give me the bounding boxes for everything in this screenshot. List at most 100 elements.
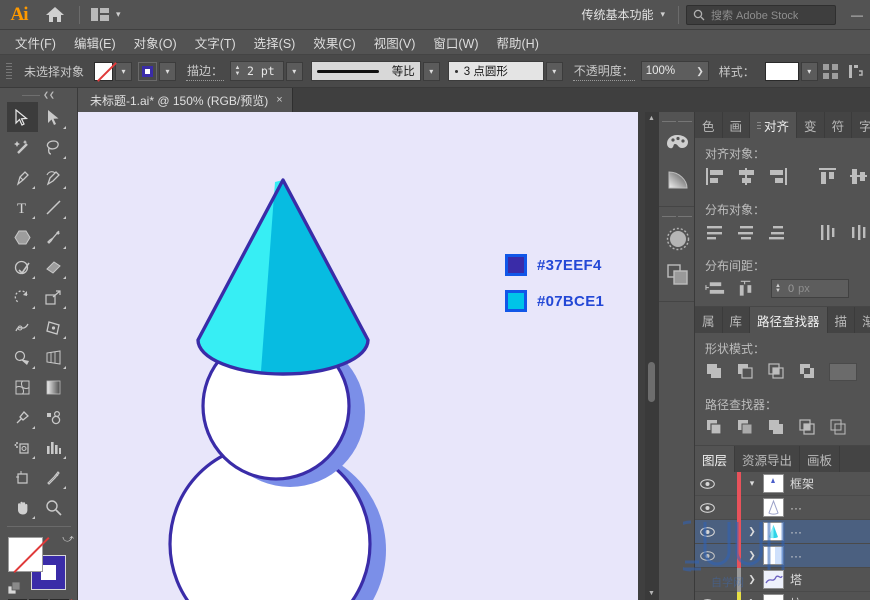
visibility-icon[interactable] bbox=[695, 551, 719, 561]
align-left-icon[interactable] bbox=[705, 167, 726, 186]
perspective-grid-tool[interactable] bbox=[38, 342, 69, 372]
exclude-icon[interactable] bbox=[798, 362, 819, 381]
intersect-icon[interactable] bbox=[767, 362, 788, 381]
tab-color[interactable]: 色 bbox=[695, 112, 723, 138]
scroll-up-icon[interactable]: ▲ bbox=[645, 112, 658, 125]
dock-group-grip[interactable] bbox=[659, 211, 694, 221]
merge-icon[interactable] bbox=[767, 418, 788, 437]
pen-tool[interactable] bbox=[7, 162, 38, 192]
fill-dropdown-icon[interactable]: ▾ bbox=[115, 62, 132, 81]
visibility-icon[interactable] bbox=[695, 527, 719, 537]
align-right-icon[interactable] bbox=[767, 167, 788, 186]
type-tool[interactable]: T bbox=[7, 192, 38, 222]
tab-transform[interactable]: 变 bbox=[797, 112, 825, 138]
distribute-left-icon[interactable] bbox=[818, 223, 839, 242]
distribute-vertical-center-icon[interactable] bbox=[736, 223, 757, 242]
gradient-tool[interactable] bbox=[38, 372, 69, 402]
menu-item-window[interactable]: 窗口(W) bbox=[424, 30, 487, 55]
tab-character[interactable]: 字 bbox=[852, 112, 870, 138]
minimize-button[interactable]: — bbox=[844, 0, 870, 30]
trim-icon[interactable] bbox=[736, 418, 757, 437]
chevron-down-icon[interactable]: ▾ bbox=[741, 478, 763, 489]
transform-icon[interactable] bbox=[848, 63, 864, 79]
tab-align[interactable]: 对齐 bbox=[750, 112, 797, 138]
align-horizontal-center-icon[interactable] bbox=[736, 167, 757, 186]
shaper-tool[interactable] bbox=[7, 252, 38, 282]
layer-name[interactable]: ··· bbox=[790, 501, 802, 515]
vertical-distribute-space-icon[interactable] bbox=[705, 279, 726, 298]
slice-tool[interactable] bbox=[38, 462, 69, 492]
curvature-tool[interactable] bbox=[38, 162, 69, 192]
lasso-tool[interactable] bbox=[38, 132, 69, 162]
style-dropdown-icon[interactable]: ▾ bbox=[801, 62, 818, 81]
brush-definition-select[interactable]: 等比 bbox=[311, 61, 421, 81]
tab-stroke[interactable]: 描 bbox=[828, 307, 856, 333]
graphic-style-swatch[interactable] bbox=[765, 62, 799, 81]
distribute-bottom-icon[interactable] bbox=[767, 223, 788, 242]
menu-item-file[interactable]: 文件(F) bbox=[6, 30, 65, 55]
close-icon[interactable]: × bbox=[276, 94, 282, 106]
paintbrush-tool[interactable] bbox=[38, 222, 69, 252]
table-row[interactable]: ❯ ··· bbox=[695, 544, 870, 568]
minus-front-icon[interactable] bbox=[736, 362, 757, 381]
width-tool[interactable] bbox=[7, 312, 38, 342]
column-graph-tool[interactable] bbox=[38, 432, 69, 462]
arrange-documents-icon[interactable] bbox=[87, 0, 113, 30]
variable-width-profile-select[interactable]: 3 点圆形 bbox=[448, 61, 544, 81]
opacity-label[interactable]: 不透明度： bbox=[573, 62, 635, 81]
eyedropper-tool[interactable] bbox=[7, 402, 38, 432]
direct-selection-tool[interactable] bbox=[38, 102, 69, 132]
tab-brushes[interactable]: 画 bbox=[723, 112, 751, 138]
scrollbar-thumb[interactable] bbox=[648, 362, 655, 402]
tab-gradient[interactable]: 渐 bbox=[855, 307, 870, 333]
workspace-switcher[interactable]: 传统基本功能 ▾ bbox=[575, 4, 671, 26]
distribute-top-icon[interactable] bbox=[705, 223, 726, 242]
tab-attributes[interactable]: 属 bbox=[695, 307, 723, 333]
blend-tool[interactable] bbox=[38, 402, 69, 432]
stroke-weight-input[interactable]: ▲▼ 2 pt bbox=[230, 61, 284, 81]
home-icon[interactable] bbox=[38, 0, 72, 30]
arrange-chevron-icon[interactable]: ▾ bbox=[116, 9, 121, 20]
free-transform-tool[interactable] bbox=[38, 312, 69, 342]
tab-libraries[interactable]: 库 bbox=[723, 307, 751, 333]
table-row[interactable]: ··· bbox=[695, 496, 870, 520]
swatches-panel-icon[interactable] bbox=[659, 126, 696, 162]
stroke-weight-dropdown-icon[interactable]: ▾ bbox=[286, 62, 303, 81]
hand-tool[interactable] bbox=[7, 492, 38, 522]
tab-artboards[interactable]: 画板 bbox=[800, 446, 840, 472]
pathfinder-panel-icon[interactable] bbox=[659, 257, 696, 293]
rectangle-tool[interactable] bbox=[7, 222, 38, 252]
chevron-right-icon[interactable]: ❯ bbox=[741, 574, 763, 585]
brush-definition-dropdown-icon[interactable]: ▾ bbox=[423, 62, 440, 81]
table-row[interactable]: ▾ 框架 bbox=[695, 472, 870, 496]
stroke-weight-label[interactable]: 描边： bbox=[186, 62, 224, 81]
symbol-sprayer-tool[interactable] bbox=[7, 432, 38, 462]
tools-panel-grip[interactable]: ❮❮ bbox=[0, 88, 77, 102]
default-fill-stroke-icon[interactable] bbox=[8, 582, 21, 595]
profile-dropdown-icon[interactable]: ▾ bbox=[546, 62, 563, 81]
rotate-tool[interactable] bbox=[7, 282, 38, 312]
chevron-right-icon[interactable]: ❯ bbox=[741, 526, 763, 537]
gradient-panel-icon[interactable] bbox=[659, 162, 696, 198]
opacity-popup-icon[interactable]: ❯ bbox=[696, 66, 704, 77]
menu-item-type[interactable]: 文字(T) bbox=[186, 30, 245, 55]
menu-item-object[interactable]: 对象(O) bbox=[125, 30, 186, 55]
stock-search-input[interactable]: 搜索 Adobe Stock bbox=[686, 5, 836, 25]
table-row[interactable]: ❯ ··· bbox=[695, 520, 870, 544]
artboard-tool[interactable] bbox=[7, 462, 38, 492]
menu-item-select[interactable]: 选择(S) bbox=[245, 30, 305, 55]
layer-name[interactable]: 塔 bbox=[790, 571, 802, 588]
menu-item-view[interactable]: 视图(V) bbox=[365, 30, 425, 55]
layer-name[interactable]: 坑 bbox=[790, 595, 802, 600]
stroke-dropdown-icon[interactable]: ▾ bbox=[159, 62, 176, 81]
stroke-swatch[interactable] bbox=[138, 62, 157, 81]
document-tab[interactable]: 未标题-1.ai* @ 150% (RGB/预览) × bbox=[78, 88, 293, 112]
control-bar-grip[interactable] bbox=[4, 61, 14, 81]
magic-wand-tool[interactable] bbox=[7, 132, 38, 162]
unite-icon[interactable] bbox=[705, 362, 726, 381]
distribute-horizontal-center-icon[interactable] bbox=[849, 223, 870, 242]
layer-name[interactable]: ··· bbox=[790, 525, 802, 539]
shape-builder-tool[interactable] bbox=[7, 342, 38, 372]
expand-button[interactable] bbox=[829, 363, 857, 381]
outline-icon[interactable] bbox=[829, 418, 850, 437]
